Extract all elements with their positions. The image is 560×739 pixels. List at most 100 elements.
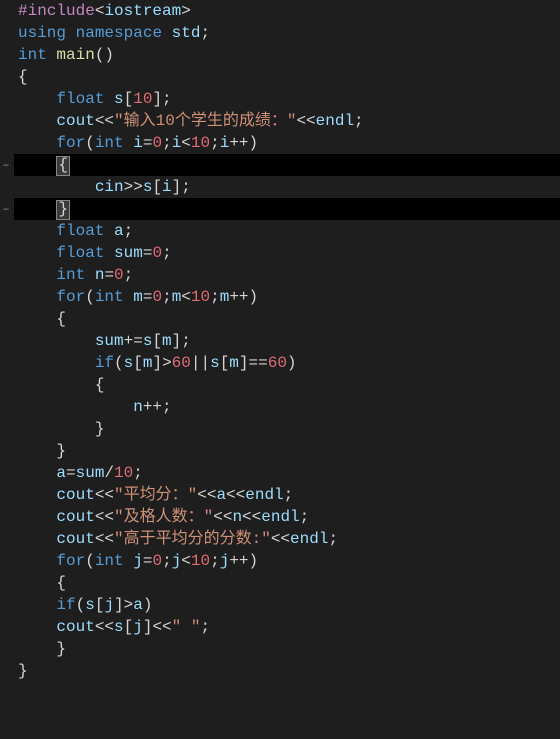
token: <<: [152, 618, 171, 636]
token: [: [152, 178, 162, 196]
indent: [18, 222, 56, 240]
fold-marker: –: [0, 198, 12, 220]
token: ): [143, 596, 153, 614]
token: {: [56, 310, 66, 328]
token: m: [162, 332, 172, 350]
token: m: [143, 354, 153, 372]
token: for: [56, 552, 85, 570]
token: endl: [316, 112, 354, 130]
indent: [18, 508, 56, 526]
token: cout: [56, 530, 94, 548]
token: <<: [296, 112, 315, 130]
token: ;: [133, 464, 143, 482]
token: (: [85, 134, 95, 152]
code-line: cout<<s[j]<<" ";: [0, 616, 560, 638]
token: i: [133, 134, 143, 152]
token: <<: [213, 508, 232, 526]
token: for: [56, 134, 85, 152]
token: 0: [152, 552, 162, 570]
indent: [18, 530, 56, 548]
token: (: [114, 354, 124, 372]
token: ;: [354, 112, 364, 130]
indent: [18, 486, 56, 504]
token: ];: [172, 178, 191, 196]
token: endl: [261, 508, 299, 526]
token: iostream: [104, 2, 181, 20]
code-line: {: [0, 374, 560, 396]
token: cout: [56, 618, 94, 636]
token: <<: [271, 530, 290, 548]
indent: [18, 310, 56, 328]
token: ==: [249, 354, 268, 372]
token: ;: [210, 134, 220, 152]
token: a: [114, 222, 124, 240]
code-line: cout<<"输入10个学生的成绩："<<endl;: [0, 110, 560, 132]
token: float: [56, 244, 104, 262]
token: int: [95, 134, 124, 152]
token: <: [181, 288, 191, 306]
token: j: [220, 552, 230, 570]
token: main: [56, 46, 94, 64]
code-line: }: [0, 418, 560, 440]
indent: [18, 332, 95, 350]
token: 0: [152, 134, 162, 152]
token: ]: [152, 354, 162, 372]
token: 60: [268, 354, 287, 372]
code-line: for(int j=0;j<10;j++): [0, 550, 560, 572]
token: ];: [172, 332, 191, 350]
code-line: }: [0, 198, 560, 220]
token: ;: [162, 398, 172, 416]
token: ;: [162, 134, 172, 152]
indent: [18, 398, 133, 416]
token: sum: [95, 332, 124, 350]
code-line: sum+=s[m];: [0, 330, 560, 352]
indent: [18, 112, 56, 130]
token: ;: [162, 288, 172, 306]
token: [: [220, 354, 230, 372]
token: <: [181, 552, 191, 570]
token: ]: [239, 354, 249, 372]
indent: [18, 376, 95, 394]
indent: [18, 442, 56, 460]
token: endl: [245, 486, 283, 504]
token: a: [133, 596, 143, 614]
token: }: [58, 200, 68, 218]
token: float: [56, 222, 104, 240]
indent: [18, 552, 56, 570]
token: 10: [191, 552, 210, 570]
token: =: [104, 266, 114, 284]
code-line: }: [0, 440, 560, 462]
token: ;: [124, 222, 134, 240]
indent: [18, 464, 56, 482]
code-line: using namespace std;: [0, 22, 560, 44]
token: s: [210, 354, 220, 372]
token: <<: [95, 618, 114, 636]
token: cout: [56, 486, 94, 504]
token: for: [56, 288, 85, 306]
indent: [18, 266, 56, 284]
token: >>: [124, 178, 143, 196]
indent: [18, 244, 56, 262]
token: if: [95, 354, 114, 372]
token: "及格人数：": [114, 508, 213, 526]
token: s: [143, 178, 153, 196]
token: s: [114, 90, 124, 108]
token: ;: [124, 266, 134, 284]
token: 0: [152, 288, 162, 306]
token: >: [124, 596, 134, 614]
token: sum: [114, 244, 143, 262]
token: /: [104, 464, 114, 482]
token: [: [152, 332, 162, 350]
token: ;: [210, 288, 220, 306]
brace-highlight: }: [56, 200, 70, 220]
token: "高于平均分的分数:": [114, 530, 271, 548]
indent: [18, 354, 95, 372]
code-line: cout<<"高于平均分的分数:"<<endl;: [0, 528, 560, 550]
token: namespace: [76, 24, 162, 42]
token: <<: [197, 486, 216, 504]
indent: [18, 640, 56, 658]
code-line: float a;: [0, 220, 560, 242]
token: i: [172, 134, 182, 152]
code-line: float s[10];: [0, 88, 560, 110]
token: #include: [18, 2, 95, 20]
